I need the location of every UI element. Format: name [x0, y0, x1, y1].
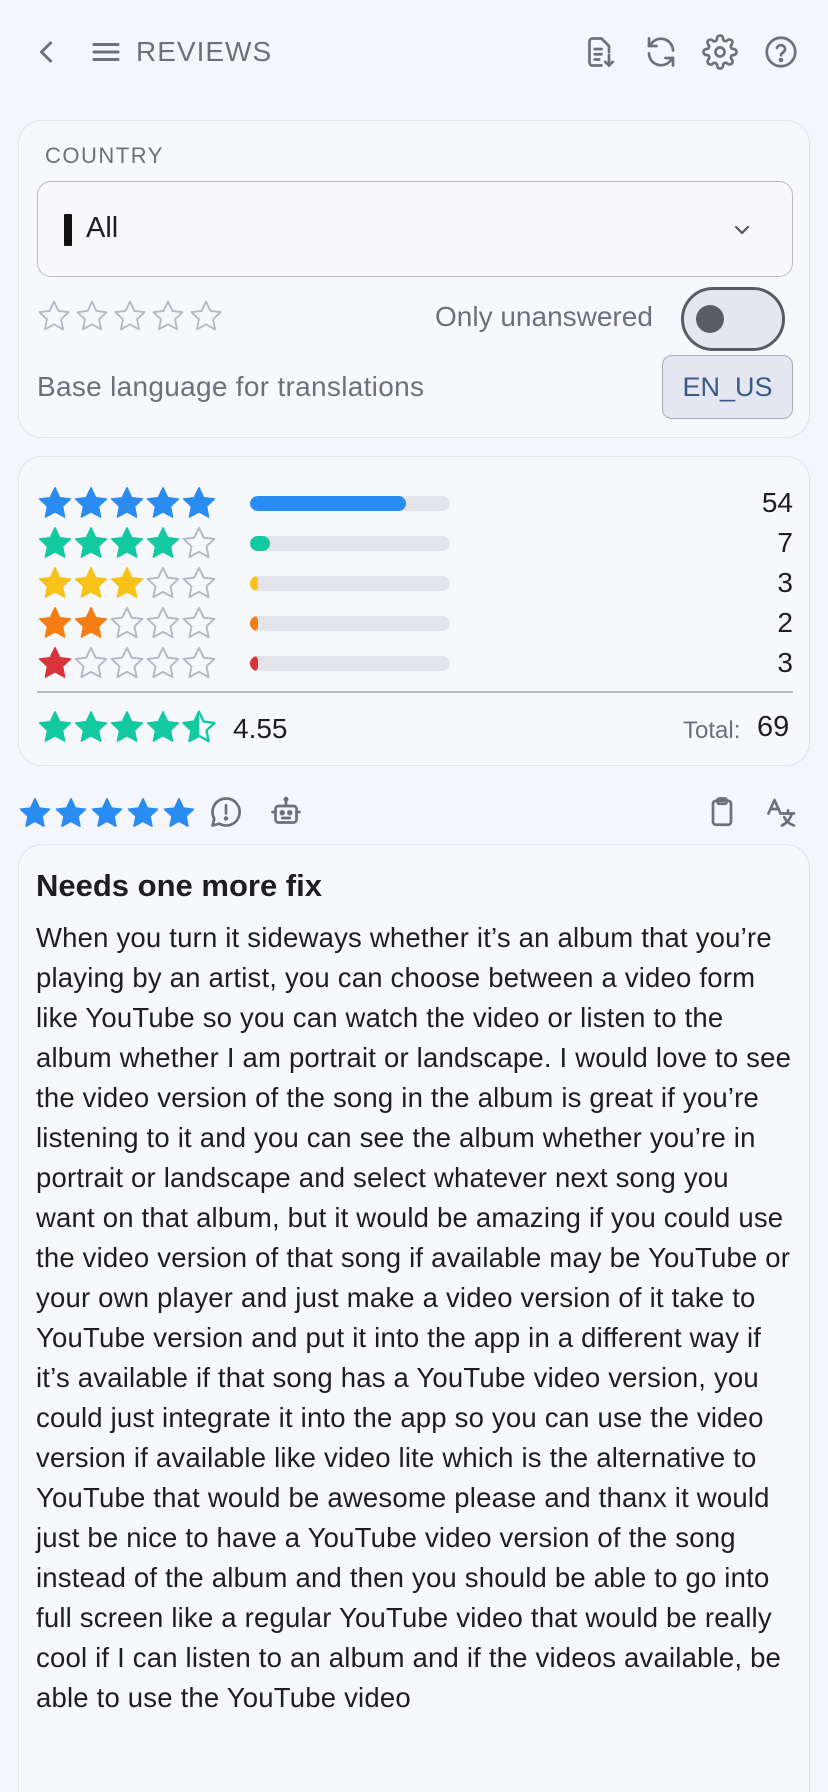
- rating-row-stars: [37, 565, 217, 601]
- divider: [37, 691, 793, 693]
- star-icon: [74, 486, 108, 518]
- review-body: When you turn it sideways whether it’s a…: [36, 922, 792, 1713]
- star-icon: [38, 526, 72, 558]
- clipboard-icon[interactable]: [704, 794, 740, 830]
- rating-row-2[interactable]: 2: [37, 603, 793, 643]
- rating-count: 7: [777, 527, 793, 558]
- filter-star-5-icon[interactable]: [189, 299, 223, 333]
- rating-row-stars: [37, 645, 217, 681]
- star-icon: [146, 606, 180, 639]
- average-star-icon: [74, 710, 108, 742]
- only-unanswered-label: Only unanswered: [435, 301, 653, 332]
- rating-row-stars: [37, 605, 217, 641]
- rating-bar-fill: [250, 536, 270, 551]
- review-star-icon: [163, 797, 195, 828]
- rating-bar-track: [250, 616, 450, 631]
- rating-count: 54: [761, 487, 793, 518]
- total-count: 69: [757, 711, 790, 743]
- filter-star-1-icon[interactable]: [37, 299, 71, 333]
- menu-icon[interactable]: [88, 34, 124, 70]
- base-language-label: Base language for translations: [37, 371, 425, 402]
- country-select[interactable]: All: [37, 181, 793, 277]
- average-star-icon: [182, 710, 216, 743]
- star-icon: [38, 486, 72, 518]
- star-icon: [110, 566, 144, 598]
- rating-row-4[interactable]: 7: [37, 523, 793, 563]
- rating-count: 3: [777, 647, 793, 678]
- country-label: COUNTRY: [45, 143, 164, 168]
- rating-row-3[interactable]: 3: [37, 563, 793, 603]
- base-language-button[interactable]: EN_US: [662, 355, 793, 419]
- star-icon: [182, 646, 216, 679]
- star-icon: [74, 606, 108, 638]
- page-title: REVIEWS: [136, 36, 273, 67]
- star-icon: [38, 646, 72, 678]
- star-icon: [38, 606, 72, 638]
- star-icon: [146, 566, 180, 599]
- translate-icon[interactable]: [764, 794, 800, 830]
- average-star-icon: [146, 710, 180, 742]
- star-icon: [110, 526, 144, 558]
- chevron-down-icon: [730, 218, 754, 242]
- rating-bar-track: [250, 576, 450, 591]
- rating-row-5[interactable]: 54: [37, 483, 793, 523]
- star-icon: [74, 566, 108, 598]
- review-star-icon: [127, 797, 159, 828]
- star-icon: [74, 526, 108, 558]
- toggle-knob: [696, 305, 724, 333]
- back-arrow-icon[interactable]: [28, 34, 64, 70]
- only-unanswered-toggle[interactable]: [681, 287, 785, 351]
- bot-icon[interactable]: [268, 794, 304, 830]
- review-star-icon: [19, 797, 51, 828]
- star-icon: [38, 566, 72, 598]
- star-icon: [182, 486, 216, 518]
- rating-bar-fill: [250, 616, 258, 631]
- rating-bar-track: [250, 536, 450, 551]
- star-icon: [182, 606, 216, 639]
- top-bar: REVIEWS: [0, 0, 828, 104]
- filter-card: COUNTRY All Only unanswered Base languag…: [18, 120, 810, 438]
- review-star-icon: [55, 797, 87, 828]
- filter-star-4-icon[interactable]: [151, 299, 185, 333]
- rating-filter: [37, 299, 223, 333]
- rating-bar-track: [250, 496, 450, 511]
- review-rating: [18, 796, 196, 830]
- review-title: Needs one more fix: [36, 868, 322, 903]
- average-star-icon: [38, 710, 72, 742]
- star-icon: [74, 646, 108, 679]
- rating-row-1[interactable]: 3: [37, 643, 793, 683]
- star-icon: [110, 606, 144, 639]
- star-icon: [182, 566, 216, 599]
- review-star-icon: [91, 797, 123, 828]
- settings-gear-icon[interactable]: [702, 34, 738, 70]
- rating-count: 3: [777, 567, 793, 598]
- rating-row-stars: [37, 485, 217, 521]
- rating-count: 2: [777, 607, 793, 638]
- star-icon: [110, 486, 144, 518]
- country-value: All: [86, 212, 119, 244]
- star-icon: [146, 646, 180, 679]
- star-icon: [110, 646, 144, 679]
- star-icon: [146, 526, 180, 558]
- filter-star-2-icon[interactable]: [75, 299, 109, 333]
- average-star-icon: [110, 710, 144, 742]
- rating-bar-fill: [250, 576, 258, 591]
- rating-row-stars: [37, 525, 217, 561]
- rating-bar-fill: [250, 656, 258, 671]
- filter-star-3-icon[interactable]: [113, 299, 147, 333]
- report-icon[interactable]: [208, 794, 244, 830]
- refresh-icon[interactable]: [643, 34, 679, 70]
- star-icon: [182, 526, 216, 559]
- rating-summary-card: 54 7 3 2 3 4.55 Total: 69: [18, 456, 810, 766]
- average-rating: 4.55: [233, 713, 288, 744]
- flag-icon: [64, 214, 72, 246]
- total-label: Total:: [683, 717, 741, 744]
- rating-bar-track: [250, 656, 450, 671]
- export-document-icon[interactable]: [582, 34, 618, 70]
- star-icon: [146, 486, 180, 518]
- rating-bar-fill: [250, 496, 406, 511]
- average-stars: [37, 709, 217, 745]
- help-icon[interactable]: [763, 34, 799, 70]
